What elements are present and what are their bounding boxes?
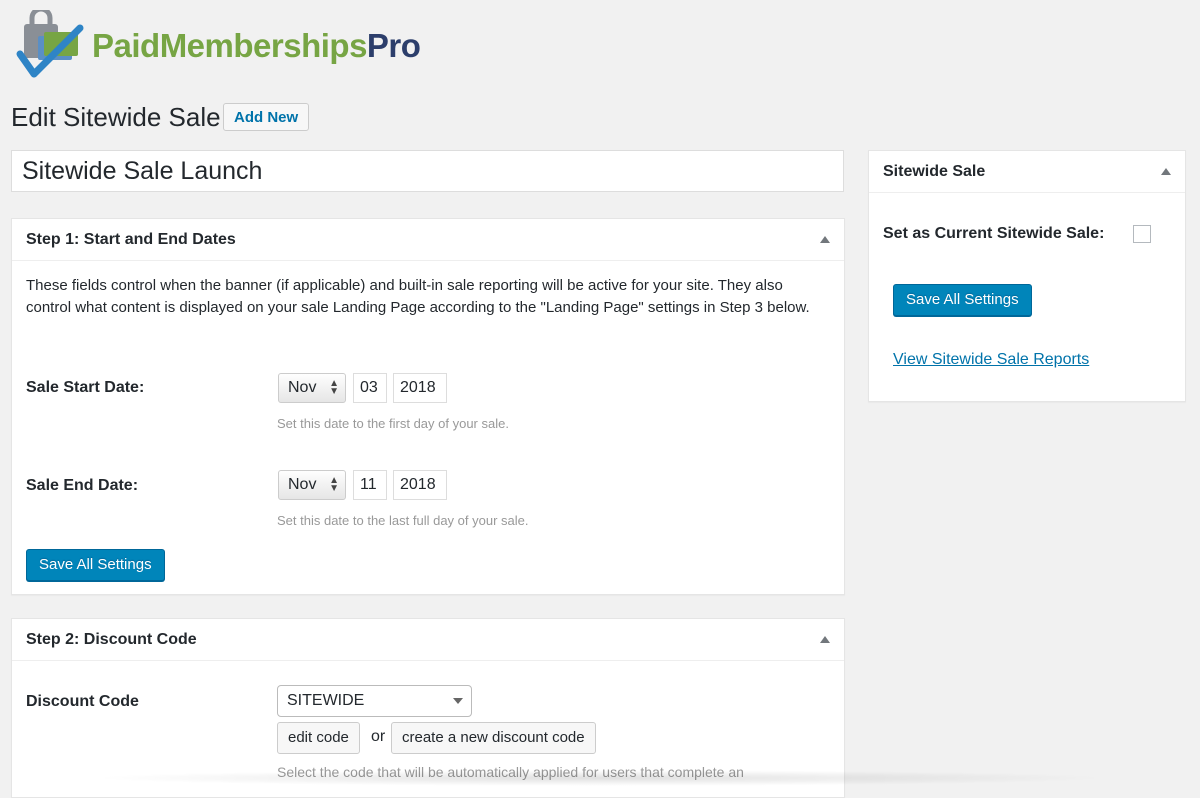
brand-name-part2: Pro [366, 27, 421, 64]
discount-code-select[interactable]: SITEWIDE [277, 685, 472, 717]
view-reports-link[interactable]: View Sitewide Sale Reports [893, 351, 1089, 369]
step1-header[interactable]: Step 1: Start and End Dates [12, 219, 844, 261]
sidebar-header[interactable]: Sitewide Sale [869, 151, 1185, 193]
post-title-input[interactable]: Sitewide Sale Launch [11, 150, 844, 192]
step1-postbox: Step 1: Start and End Dates These fields… [11, 218, 845, 595]
step2-header[interactable]: Step 2: Discount Code [12, 619, 844, 661]
end-date-help: Set this date to the last full day of yo… [277, 513, 529, 528]
set-current-label: Set as Current Sitewide Sale: [883, 225, 1105, 242]
collapse-arrow-icon[interactable] [820, 236, 830, 243]
select-arrows-icon: ▲ ▼ [329, 475, 339, 494]
sale-start-label: Sale Start Date: [26, 379, 145, 396]
or-text: or [371, 728, 386, 745]
start-day-input[interactable]: 03 [353, 373, 387, 403]
add-new-button[interactable]: Add New [223, 103, 310, 131]
end-month-select[interactable]: Nov ▲ ▼ [278, 470, 346, 500]
step2-postbox: Step 2: Discount Code Discount Code SITE… [11, 618, 845, 798]
step2-title: Step 2: Discount Code [26, 630, 197, 648]
select-arrows-icon: ▲ ▼ [329, 378, 339, 397]
brand-name-part1: PaidMemberships [92, 27, 367, 64]
end-month-value: Nov [288, 476, 317, 493]
sidebar-save-all-settings-button[interactable]: Save All Settings [893, 284, 1032, 316]
discount-code-label: Discount Code [26, 693, 139, 710]
discount-code-value: SITEWIDE [287, 692, 365, 709]
collapse-arrow-icon[interactable] [820, 636, 830, 643]
end-day-input[interactable]: 11 [353, 470, 387, 500]
save-all-settings-button[interactable]: Save All Settings [26, 549, 165, 581]
sidebar-title: Sitewide Sale [883, 162, 986, 180]
start-year-input[interactable]: 2018 [393, 373, 447, 403]
sidebar-postbox: Sitewide Sale Set as Current Sitewide Sa… [868, 150, 1186, 402]
create-discount-code-button[interactable]: create a new discount code [391, 722, 596, 754]
start-month-value: Nov [288, 379, 317, 396]
step1-description: These fields control when the banner (if… [26, 277, 810, 316]
chevron-down-icon [453, 698, 463, 704]
edit-code-button[interactable]: edit code [277, 722, 360, 754]
brand-wordmark: PaidMembershipsPro [92, 27, 421, 65]
start-date-help: Set this date to the first day of your s… [277, 416, 509, 431]
set-current-checkbox[interactable] [1133, 225, 1151, 243]
discount-code-help: Select the code that will be automatical… [277, 764, 744, 780]
collapse-arrow-icon[interactable] [1161, 168, 1171, 175]
sale-end-label: Sale End Date: [26, 477, 139, 494]
step1-title: Step 1: Start and End Dates [26, 230, 236, 248]
start-month-select[interactable]: Nov ▲ ▼ [278, 373, 346, 403]
end-year-input[interactable]: 2018 [393, 470, 447, 500]
page-title: Edit Sitewide Sale [11, 102, 221, 132]
brand-logo: PaidMembershipsPro [14, 8, 421, 84]
logo-icon [16, 10, 84, 78]
